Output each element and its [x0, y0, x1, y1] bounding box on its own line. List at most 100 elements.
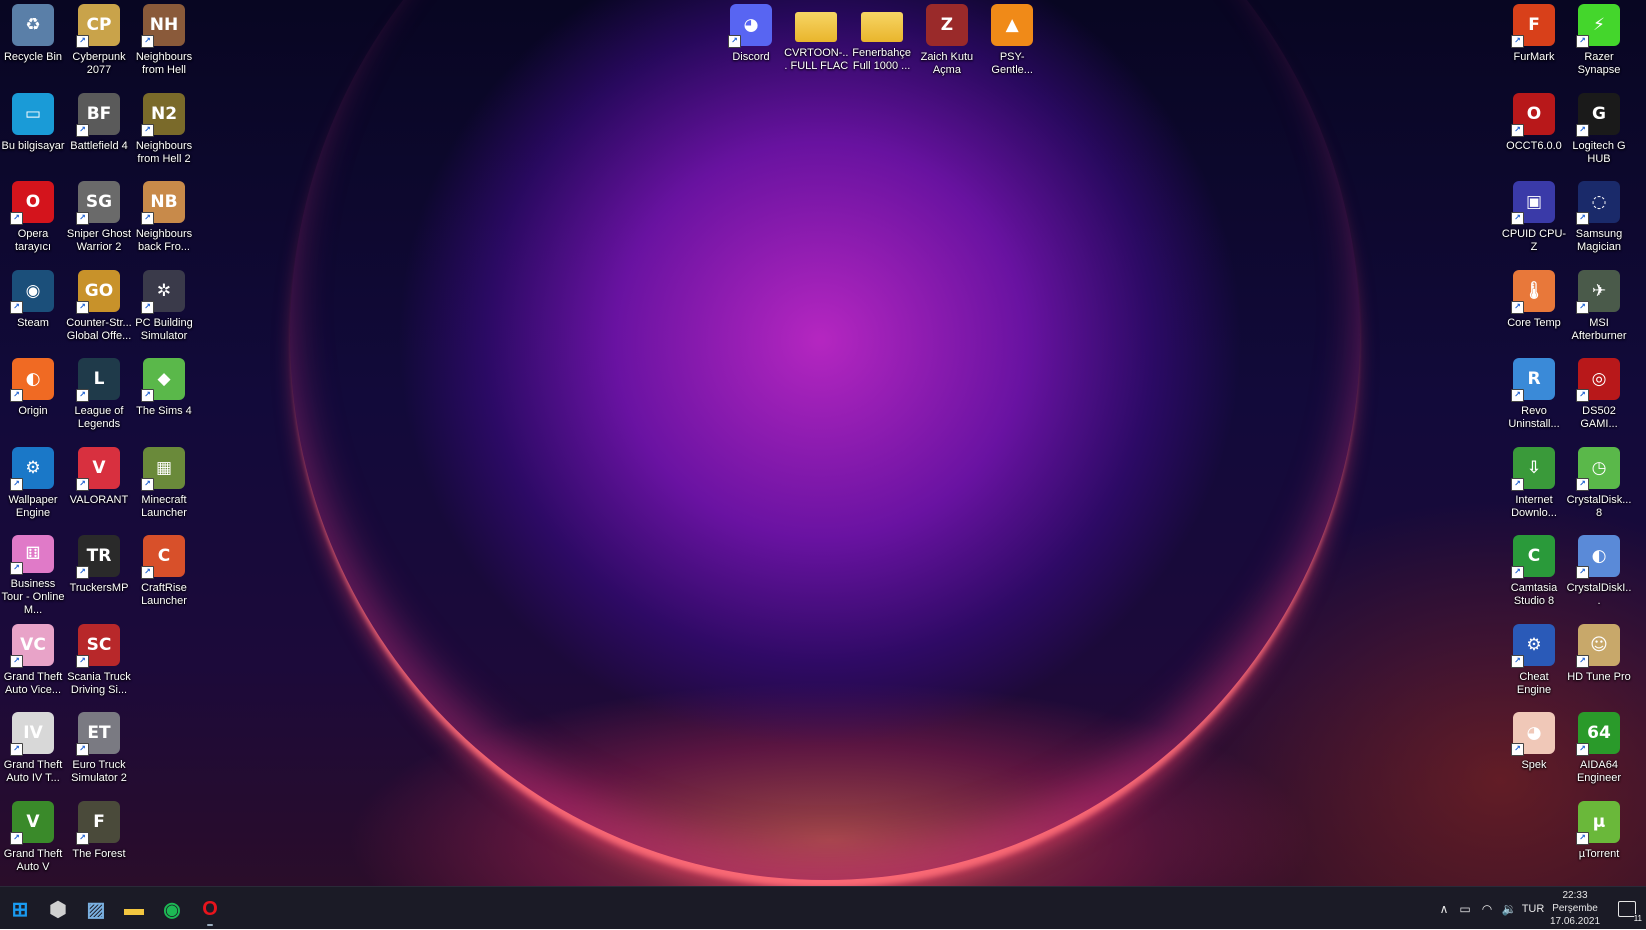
desktop-icon-valorant[interactable]: V ↗ VALORANT — [66, 443, 132, 529]
razer-icon: ⚡ ↗ — [1576, 4, 1620, 48]
desktop-icon-minecraft[interactable]: ▦ ↗ Minecraft Launcher — [131, 443, 197, 529]
desktop-icon-label: HD Tune Pro — [1567, 670, 1631, 683]
shortcut-arrow-icon: ↗ — [10, 212, 23, 225]
desktop-icon-label: Camtasia Studio 8 — [1510, 582, 1558, 607]
desktop-icon-neighbours[interactable]: NH ↗ Neighbours from Hell — [131, 0, 197, 86]
icon-glyph: 🌡 — [1523, 280, 1545, 301]
battery-icon[interactable]: ▭ — [1454, 887, 1476, 930]
desktop-icon-gta-iv[interactable]: IV ↗ Grand Theft Auto IV T... — [0, 708, 66, 794]
desktop-icon-occt[interactable]: O ↗ OCCT6.0.0 — [1501, 89, 1567, 175]
shortcut-arrow-icon: ↗ — [76, 300, 89, 314]
shortcut-arrow-icon: ↗ — [76, 123, 89, 137]
desktop-icon-utorrent[interactable]: µ ↗ µTorrent — [1566, 797, 1632, 883]
desktop-icon-cpu[interactable]: ▣ ↗ CPUID CPU-Z — [1501, 177, 1567, 263]
show-hidden-icons-chevron-icon[interactable]: ∧ — [1434, 887, 1454, 930]
desktop-icon-label: Spek — [1521, 759, 1547, 771]
utorrent-icon: µ ↗ — [1576, 800, 1620, 845]
icon-glyph: L — [93, 369, 105, 389]
desktop-icon-label: PSY-Gentle... — [991, 51, 1033, 76]
desktop-icon-truck[interactable]: TR ↗ TruckersMP — [66, 531, 132, 617]
notification-count: 11 — [1633, 913, 1642, 923]
desktop-icon-razer[interactable]: ⚡ ↗ Razer Synapse — [1566, 0, 1632, 86]
desktop-icon-neighbours2[interactable]: N2 ↗ Neighbours from Hell 2 — [131, 89, 197, 175]
taskbar-app-spotify[interactable]: ◉ — [154, 891, 190, 927]
icon-glyph: ♻ — [25, 15, 41, 35]
fan-icon: ✲ ↗ — [141, 269, 185, 314]
desktop-icon-recycle-bin[interactable]: ♻ Recycle Bin — [0, 0, 66, 86]
icon-glyph: GO — [84, 280, 114, 301]
taskbar-app-hex[interactable]: ⬢ — [40, 891, 76, 927]
shortcut-arrow-icon: ↗ — [10, 654, 23, 668]
origin-icon: ◐ ↗ — [10, 358, 54, 402]
shortcut-arrow-icon: ↗ — [76, 389, 89, 402]
desktop-icon-fan[interactable]: ✲ ↗ PC Building Simulator — [131, 266, 197, 352]
desktop-icon-battlefield[interactable]: BF ↗ Battlefield 4 — [66, 89, 132, 175]
start-button[interactable]: ⊞ — [2, 891, 38, 927]
desktop-icon-crystaldiskinfo[interactable]: ◐ ↗ CrystalDiskI... — [1566, 531, 1632, 617]
desktop-icon-idm[interactable]: ⇩ ↗ Internet Downlo... — [1501, 443, 1567, 529]
desktop-icon-hdtune[interactable]: ☺ ↗ HD Tune Pro — [1566, 620, 1632, 706]
desktop-icon-msi[interactable]: ✈ ↗ MSI Afterburner — [1566, 266, 1632, 352]
desktop-icon-scania-truck[interactable]: SC ↗ Scania Truck Driving Si... — [66, 620, 132, 706]
desktop-icon-gta-v[interactable]: V ↗ Grand Theft Auto V — [0, 797, 66, 883]
desktop-icon-label: The Sims 4 — [136, 405, 192, 417]
desktop-icon-origin[interactable]: ◐ ↗ Origin — [0, 354, 66, 440]
desktop-icon-aida64[interactable]: 64 ↗ AIDA64 Engineer — [1566, 708, 1632, 794]
taskbar-app-explorer[interactable]: ▬ — [116, 891, 152, 927]
shortcut-arrow-icon: ↗ — [10, 743, 23, 756]
desktop-icon-league[interactable]: L ↗ League of Legends — [66, 354, 132, 440]
taskbar-app-opera[interactable]: O — [192, 891, 228, 927]
notification-center-button[interactable]: 11 — [1612, 887, 1642, 930]
desktop-icon-discord[interactable]: ◕ ↗ Discord — [718, 0, 784, 86]
desktop-icon-euro-truck[interactable]: ET ↗ Euro Truck Simulator 2 — [66, 708, 132, 794]
shortcut-arrow-icon: ↗ — [1576, 389, 1589, 402]
desktop-icon-wallpaper-engine[interactable]: ⚙ ↗ Wallpaper Engine — [0, 443, 66, 529]
icon-glyph: O — [25, 192, 41, 212]
desktop-icon-sims[interactable]: ◆ ↗ The Sims 4 — [131, 354, 197, 440]
desktop-icon-neighbours-back[interactable]: NB ↗ Neighbours back Fro... — [131, 177, 197, 263]
minecraft-icon: ▦ ↗ — [141, 446, 185, 491]
desktop-icon-label: TruckersMP — [69, 582, 129, 594]
desktop-icon-sniper[interactable]: SG ↗ Sniper Ghost Warrior 2 — [66, 177, 132, 263]
desktop-icon-logitech[interactable]: G ↗ Logitech G HUB — [1566, 89, 1632, 175]
desktop-icon-monitor[interactable]: ▭ Bu bilgisayar — [0, 89, 66, 175]
desktop-icon-folder[interactable]: CVRTOON-... FULL FLAC — [783, 0, 849, 86]
shortcut-arrow-icon: ↗ — [76, 743, 89, 756]
shortcut-arrow-icon: ↗ — [76, 477, 89, 491]
desktop-icon-vlc[interactable]: ▲ PSY-Gentle... — [979, 0, 1045, 86]
desktop-icon-steam[interactable]: ◉ ↗ Steam — [0, 266, 66, 352]
desktop-icon-forest[interactable]: F ↗ The Forest — [66, 797, 132, 883]
forest-icon: F ↗ — [76, 800, 120, 845]
desktop-icon-gta-vice-city[interactable]: VC ↗ Grand Theft Auto Vice... — [0, 620, 66, 706]
desktop-icon-spek[interactable]: ◕ ↗ Spek — [1501, 708, 1567, 794]
desktop-icon-revo[interactable]: R ↗ Revo Uninstall... — [1501, 354, 1567, 440]
desktop-icon-samsung-magician[interactable]: ◌ ↗ Samsung Magician — [1566, 177, 1632, 263]
desktop-icon-crystaldisk[interactable]: ◷ ↗ CrystalDisk... 8 — [1566, 443, 1632, 529]
neighbours-icon: NH ↗ — [141, 4, 185, 48]
icon-glyph: ⚙ — [1526, 634, 1542, 655]
folder-icon — [860, 12, 903, 42]
volume-icon[interactable]: 🔉 — [1498, 887, 1520, 930]
desktop-icon-cheat-engine[interactable]: ⚙ ↗ Cheat Engine — [1501, 620, 1567, 706]
desktop-icon-cyberpunk[interactable]: CP ↗ Cyberpunk 2077 — [66, 0, 132, 86]
opera-icon: O ↗ — [10, 181, 54, 225]
desktop-icon-headset[interactable]: ◎ ↗ DS502 GAMI... — [1566, 354, 1632, 440]
desktop-icon-dice[interactable]: ⚅ ↗ Business Tour - Online M... — [0, 531, 66, 617]
desktop-icon-furmark[interactable]: F ↗ FurMark — [1501, 0, 1567, 86]
desktop-icon-opera[interactable]: O ↗ Opera tarayıcı — [0, 177, 66, 263]
desktop-icon-camtasia[interactable]: C ↗ Camtasia Studio 8 — [1501, 531, 1567, 617]
shortcut-arrow-icon: ↗ — [1511, 477, 1524, 491]
wifi-icon[interactable]: ◠ — [1476, 887, 1498, 930]
desktop-icon-zaich[interactable]: Z Zaich Kutu Açma — [914, 0, 980, 86]
desktop-icon-label: Fenerbahçe Full 1000 ... — [852, 47, 911, 72]
desktop-icon-csgo[interactable]: GO ↗ Counter-Str... Global Offe... — [66, 266, 132, 352]
shortcut-arrow-icon: ↗ — [10, 831, 23, 845]
desktop-icon-label: Sniper Ghost Warrior 2 — [66, 228, 132, 253]
taskbar-app-photos[interactable]: ▨ — [78, 891, 114, 927]
desktop-icon-folder[interactable]: Fenerbahçe Full 1000 ... — [849, 0, 915, 86]
desktop-icon-thermometer[interactable]: 🌡 ↗ Core Temp — [1501, 266, 1567, 352]
desktop-icon-craftrise[interactable]: C ↗ CraftRise Launcher — [131, 531, 197, 617]
desktop[interactable]: ♻ Recycle Bin ▭ Bu bilgisayar O ↗ Opera tarayı… — [0, 0, 1646, 886]
clock[interactable]: 22:33 Perşembe 17.06.2021 — [1536, 889, 1614, 928]
desktop-icon-label: CVRTOON-... FULL FLAC — [784, 47, 849, 72]
